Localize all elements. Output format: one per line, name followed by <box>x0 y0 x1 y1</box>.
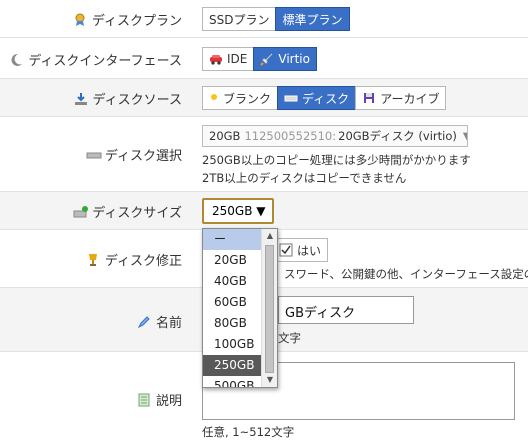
archive-button[interactable]: アーカイブ <box>355 86 447 110</box>
disk-modify-help: スワード、公開鍵の他、インターフェース設定の <box>284 267 528 281</box>
disk-interface-label-text: ディスクインターフェース <box>28 54 182 69</box>
description-label-text: 説明 <box>155 394 182 409</box>
disk-plan-label-text: ディスクプラン <box>91 14 182 29</box>
car-icon <box>209 52 223 66</box>
disk-interface-buttons: IDE Virtio <box>202 47 317 71</box>
chevron-down-icon: ▼ <box>463 131 467 142</box>
description-help: 任意, 1~512文字 <box>202 425 295 439</box>
disk-select-dropdown[interactable]: 20GB 112500552510: 20GBディスク (virtio) ▼ <box>202 125 468 147</box>
moon-icon <box>9 53 23 67</box>
size-option-80gb[interactable]: 80GB <box>203 313 263 334</box>
blank-button[interactable]: ブランク <box>202 86 279 110</box>
ide-label: IDE <box>227 52 248 66</box>
dropdown-scrollbar[interactable]: ▲ ▼ <box>261 229 277 387</box>
sparkle-icon <box>209 91 219 105</box>
ide-button[interactable]: IDE <box>202 47 255 71</box>
size-option-20gb[interactable]: 20GB <box>203 250 263 271</box>
scroll-down-icon[interactable]: ▼ <box>262 373 277 387</box>
disk-size-options: ー 20GB 40GB 60GB 80GB 100GB 250GB 500GB … <box>202 228 278 388</box>
archive-label: アーカイブ <box>380 91 440 106</box>
disk-select-name: 20GBディスク (virtio) <box>338 129 457 143</box>
trophy-icon <box>86 253 100 267</box>
disk-modify-label: ディスク修正 <box>86 250 182 269</box>
name-input[interactable]: GBディスク <box>278 296 414 324</box>
modify-yes-label: はい <box>297 243 322 258</box>
rocket-icon <box>260 52 274 66</box>
disk-size-options-list: ー 20GB 40GB 60GB 80GB 100GB 250GB 500GB <box>203 229 263 387</box>
disk-button[interactable]: ディスク <box>277 86 357 110</box>
checkbox-icon <box>279 243 293 257</box>
disk-source-row: ディスクソース ブランク ディスク アーカイブ <box>0 79 528 117</box>
scroll-up-icon[interactable]: ▲ <box>262 229 277 243</box>
disk-plan-buttons: SSDプラン 標準プラン <box>202 7 350 31</box>
name-label: 名前 <box>137 312 182 331</box>
disk-select-label-text: ディスク選択 <box>104 149 182 164</box>
size-option-100gb[interactable]: 100GB <box>203 334 263 355</box>
disk-size-select[interactable]: 250GB ▼ <box>202 198 274 224</box>
disk-plan-label: ディスクプラン <box>73 10 182 29</box>
disk-source-label-text: ディスクソース <box>92 93 182 108</box>
disk-select-row: ディスク選択 20GB 112500552510: 20GBディスク (virt… <box>0 117 528 192</box>
description-label: 説明 <box>137 390 182 409</box>
download-icon <box>74 92 88 106</box>
size-option-250gb[interactable]: 250GB <box>203 355 263 376</box>
pen-icon <box>137 315 151 329</box>
disk-label: ディスク <box>302 91 350 106</box>
blank-label: ブランク <box>223 91 272 106</box>
modify-yes-button[interactable]: はい <box>272 238 329 262</box>
size-option-60gb[interactable]: 60GB <box>203 292 263 313</box>
standard-plan-button[interactable]: 標準プラン <box>275 7 350 31</box>
disk-select-help-1: 250GB以上のコピー処理には多少時間がかかります <box>202 153 471 167</box>
disk-source-buttons: ブランク ディスク アーカイブ <box>202 86 447 110</box>
hard-disk-icon <box>284 91 298 105</box>
medal-icon <box>73 13 87 27</box>
disk-size-value: 250GB ▼ <box>212 204 266 218</box>
disk-interface-row: ディスクインターフェース IDE Virtio <box>0 38 528 79</box>
disk-select-label: ディスク選択 <box>86 145 182 164</box>
ssd-plan-label: SSDプラン <box>209 12 270 27</box>
disk-select-id: 112500552510: <box>244 129 337 143</box>
disk-select-size: 20GB <box>209 129 241 143</box>
virtio-label: Virtio <box>278 52 310 66</box>
ssd-plan-button[interactable]: SSDプラン <box>202 7 277 31</box>
scrollbar-thumb[interactable] <box>265 245 274 373</box>
name-label-text: 名前 <box>155 316 182 331</box>
disk-plan-row: ディスクプラン SSDプラン 標準プラン <box>0 0 528 38</box>
notepad-icon <box>137 393 151 407</box>
floppy-icon <box>362 91 376 105</box>
disk-size-label: ディスクサイズ <box>73 202 182 221</box>
size-option-40gb[interactable]: 40GB <box>203 271 263 292</box>
name-input-value: GBディスク <box>285 306 356 321</box>
disk-interface-label: ディスクインターフェース <box>9 50 182 69</box>
standard-plan-label: 標準プラン <box>282 12 343 27</box>
disk-modify-label-text: ディスク修正 <box>104 254 182 269</box>
disk-size-row: ディスクサイズ 250GB ▼ <box>0 192 528 230</box>
virtio-button[interactable]: Virtio <box>253 47 317 71</box>
hard-disk-icon <box>86 148 102 162</box>
size-option-none[interactable]: ー <box>203 229 263 250</box>
size-option-500gb[interactable]: 500GB <box>203 376 263 387</box>
disk-select-help-2: 2TB以上のディスクはコピーできません <box>202 171 407 185</box>
disk-size-label-text: ディスクサイズ <box>92 206 182 221</box>
disk-source-label: ディスクソース <box>74 89 182 108</box>
add-disk-icon <box>73 205 89 219</box>
name-help: 文字 <box>278 331 301 345</box>
